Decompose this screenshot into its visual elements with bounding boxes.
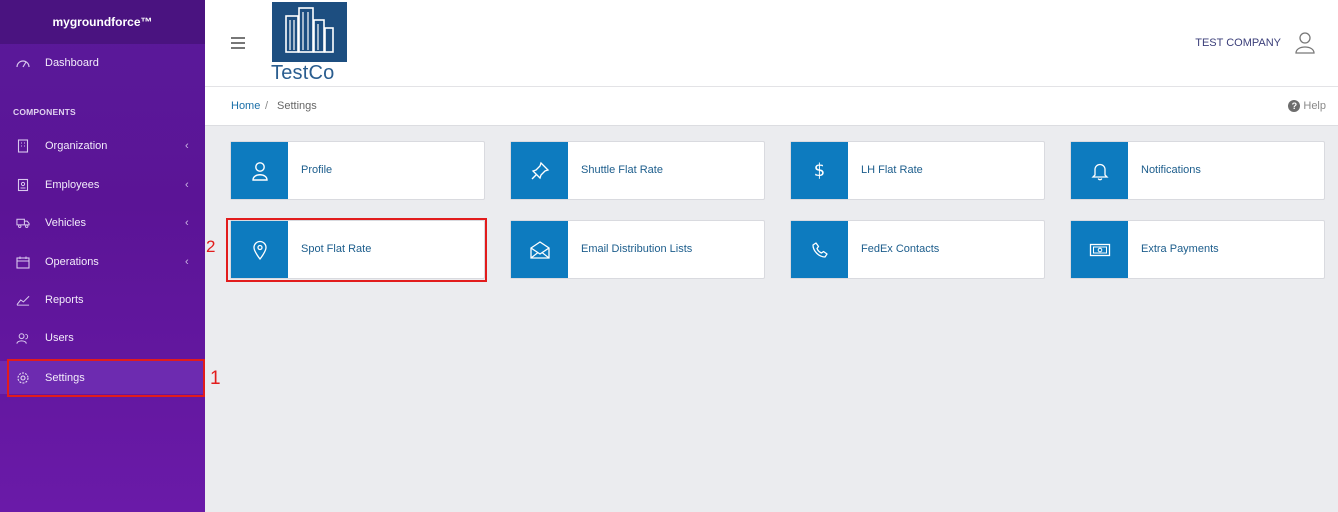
company-logo — [272, 2, 347, 62]
card-label: Email Distribution Lists — [581, 243, 693, 255]
card-label: Profile — [301, 164, 333, 176]
highlight-box-step-1 — [7, 359, 205, 397]
dollar-icon: $ — [791, 142, 848, 199]
breadcrumb-separator: / — [265, 100, 269, 112]
id-badge-icon — [16, 178, 30, 192]
question-circle-icon: ? — [1288, 100, 1301, 112]
card-label: Notifications — [1141, 164, 1201, 176]
chevron-left-icon: ‹ — [185, 217, 189, 229]
card-profile[interactable]: Profile — [230, 141, 485, 200]
chevron-left-icon: ‹ — [185, 140, 189, 152]
company-name: TEST COMPANY — [1195, 37, 1281, 49]
sidebar-item-vehicles[interactable]: Vehicles ‹ — [0, 207, 205, 239]
top-header: TestCo TEST COMPANY — [205, 0, 1338, 87]
hamburger-menu-icon[interactable] — [231, 37, 245, 49]
sidebar-item-label: Users — [45, 332, 74, 344]
chevron-left-icon: ‹ — [185, 179, 189, 191]
card-email-distribution-lists[interactable]: Email Distribution Lists — [510, 220, 765, 279]
dashboard-icon — [16, 56, 30, 70]
card-label: LH Flat Rate — [861, 164, 923, 176]
chart-line-icon — [16, 293, 30, 307]
sidebar: mygroundforce™ Dashboard COMPONENTS Orga… — [0, 0, 205, 512]
sidebar-item-label: Reports — [45, 294, 84, 306]
breadcrumb: Home / Settings ? Help — [205, 87, 1338, 126]
user-account-icon[interactable] — [1294, 31, 1316, 55]
sidebar-item-label: Organization — [45, 140, 108, 152]
envelope-open-icon — [511, 221, 568, 278]
calendar-icon — [16, 255, 30, 269]
help-label: Help — [1303, 100, 1326, 112]
help-link[interactable]: ? Help — [1288, 100, 1326, 112]
card-extra-payments[interactable]: Extra Payments — [1070, 220, 1325, 279]
step-number-2: 2 — [206, 237, 216, 256]
card-lh-flat-rate[interactable]: $ LH Flat Rate — [790, 141, 1045, 200]
bell-icon — [1071, 142, 1128, 199]
card-label: Shuttle Flat Rate — [581, 164, 663, 176]
sidebar-item-operations[interactable]: Operations ‹ — [0, 246, 205, 278]
card-fedex-contacts[interactable]: FedEx Contacts — [790, 220, 1045, 279]
building-icon — [16, 139, 30, 153]
sidebar-item-label: Employees — [45, 179, 100, 191]
sidebar-item-dashboard[interactable]: Dashboard — [0, 47, 205, 79]
step-number-1: 1 — [210, 368, 221, 389]
sidebar-item-label: Operations — [45, 256, 99, 268]
sidebar-item-users[interactable]: Users — [0, 322, 205, 354]
logo-text: TestCo — [271, 62, 335, 84]
highlight-box-step-2 — [226, 218, 487, 282]
card-label: FedEx Contacts — [861, 243, 940, 255]
phone-icon — [791, 221, 848, 278]
section-title: COMPONENTS — [13, 107, 76, 117]
user-icon — [231, 142, 288, 199]
money-icon — [1071, 221, 1128, 278]
card-notifications[interactable]: Notifications — [1070, 141, 1325, 200]
sidebar-item-label: Dashboard — [45, 57, 99, 69]
users-icon — [16, 331, 30, 345]
truck-icon — [16, 216, 30, 230]
card-shuttle-flat-rate[interactable]: Shuttle Flat Rate — [510, 141, 765, 200]
sidebar-item-organization[interactable]: Organization ‹ — [0, 130, 205, 162]
brand-title: mygroundforce™ — [0, 0, 205, 44]
chevron-left-icon: ‹ — [185, 256, 189, 268]
breadcrumb-home-link[interactable]: Home — [231, 100, 260, 112]
sidebar-item-employees[interactable]: Employees ‹ — [0, 169, 205, 201]
sidebar-item-reports[interactable]: Reports — [0, 284, 205, 316]
card-label: Extra Payments — [1141, 243, 1219, 255]
sidebar-item-label: Vehicles — [45, 217, 86, 229]
breadcrumb-current: Settings — [277, 100, 317, 112]
pin-icon — [511, 142, 568, 199]
